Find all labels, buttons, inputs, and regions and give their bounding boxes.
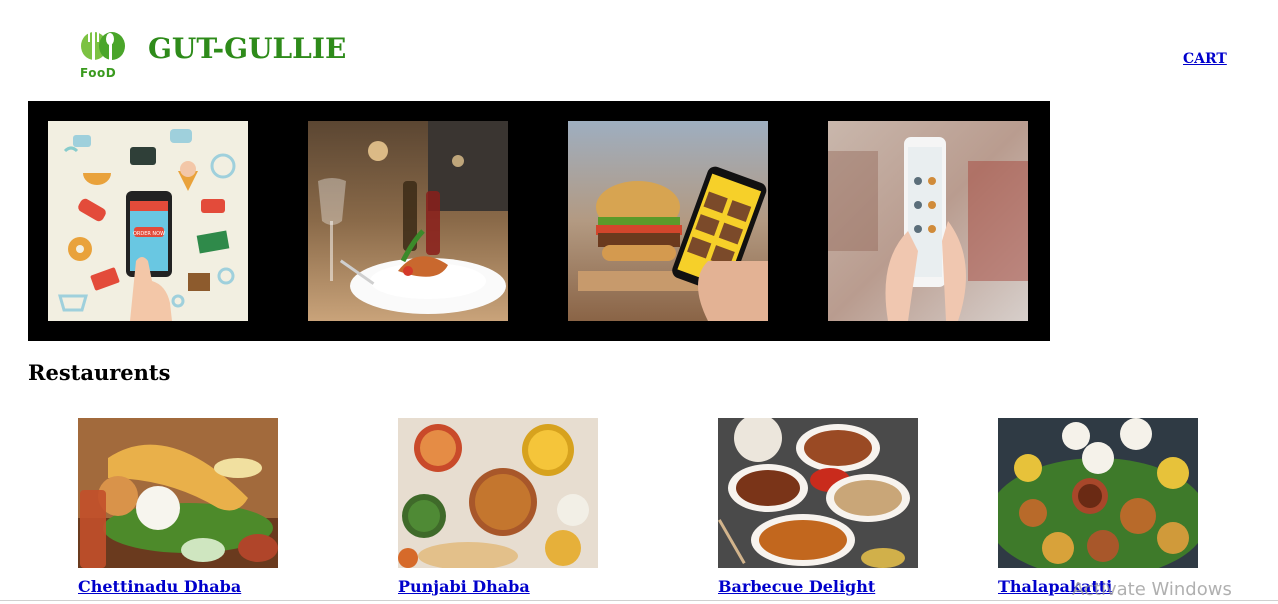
banner-slide-burger-phone-photo: [568, 121, 768, 321]
page-bottom-divider: [0, 600, 1278, 601]
cart-link[interactable]: CART: [1183, 51, 1227, 67]
logo: FooD: [78, 28, 130, 82]
brand-title: GUT-GULLIE: [148, 32, 347, 65]
fork-spoon-leaf-icon: [81, 32, 125, 62]
restaurant-image-chettinadu-dhaba[interactable]: [78, 418, 278, 568]
restaurant-card[interactable]: Chettinadu Dhaba: [78, 418, 298, 596]
restaurant-image-barbecue-delight[interactable]: [718, 418, 918, 568]
banner-slide-order-online-phone-photo: [828, 121, 1028, 321]
restaurant-card[interactable]: Thalapakatti: [998, 418, 1218, 596]
banner-slide-food-delivery-illustration: ORDER NOW: [48, 121, 248, 321]
restaurant-image-thalapakatti[interactable]: [998, 418, 1198, 568]
banner-slide-restaurant-table-photo: [308, 121, 508, 321]
restaurants-heading: Restaurents: [28, 360, 171, 385]
banner-carousel: ORDER NOW: [28, 101, 1050, 341]
restaurant-name-link[interactable]: Punjabi Dhaba: [398, 577, 530, 596]
order-now-text: ORDER NOW: [133, 231, 165, 237]
logo-text: FooD: [80, 66, 117, 80]
restaurant-name-link[interactable]: Barbecue Delight: [718, 577, 875, 596]
restaurant-card[interactable]: Punjabi Dhaba: [398, 418, 618, 596]
restaurant-card[interactable]: Barbecue Delight: [718, 418, 938, 596]
restaurant-name-link[interactable]: Chettinadu Dhaba: [78, 577, 241, 596]
activate-windows-watermark: Activate Windows: [1072, 579, 1232, 600]
restaurant-image-punjabi-dhaba[interactable]: [398, 418, 598, 568]
